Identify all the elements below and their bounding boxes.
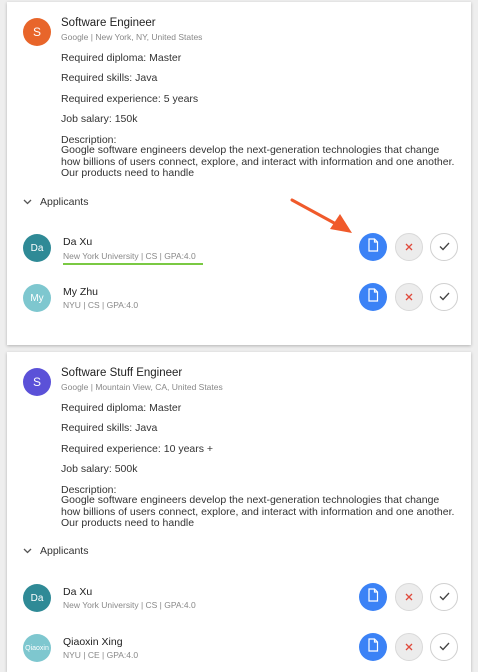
job-title: Software Engineer — [61, 17, 156, 29]
reject-button[interactable] — [395, 233, 423, 261]
accept-button[interactable] — [430, 583, 458, 611]
avatar: Da — [23, 234, 51, 262]
document-icon — [367, 287, 379, 307]
applicants-toggle[interactable]: Applicants — [23, 545, 88, 557]
applicants-label: Applicants — [40, 545, 89, 557]
applicant-name: Da Xu — [63, 236, 93, 248]
close-icon — [404, 590, 414, 605]
required-diploma: Required diploma: Master — [61, 402, 182, 414]
job-salary: Job salary: 500k — [61, 463, 138, 475]
applicant-details: New York University | CS | GPA:4.0 — [63, 251, 196, 261]
chevron-down-icon — [23, 546, 33, 556]
reject-button[interactable] — [395, 583, 423, 611]
required-experience: Required experience: 10 years + — [61, 443, 214, 455]
job-title: Software Stuff Engineer — [61, 367, 183, 379]
check-icon — [439, 590, 450, 604]
required-skills: Required skills: Java — [61, 422, 158, 434]
reject-button[interactable] — [395, 283, 423, 311]
required-experience: Required experience: 5 years — [61, 93, 199, 105]
view-resume-button[interactable] — [359, 233, 387, 261]
job-company-location: Google | New York, NY, United States — [61, 32, 203, 42]
avatar: Qiaoxin — [23, 634, 51, 662]
document-icon — [367, 237, 379, 257]
applicant-name: Da Xu — [63, 586, 93, 598]
close-icon — [404, 240, 414, 255]
document-icon — [367, 637, 379, 657]
job-description: Google software engineers develop the ne… — [61, 144, 455, 179]
reject-button[interactable] — [395, 633, 423, 661]
applicant-details: NYU | CE | GPA:4.0 — [63, 650, 139, 660]
accept-button[interactable] — [430, 633, 458, 661]
applicant-name: My Zhu — [63, 286, 99, 298]
view-resume-button[interactable] — [359, 633, 387, 661]
applicant-name: Qiaoxin Xing — [63, 636, 123, 648]
required-skills: Required skills: Java — [61, 72, 158, 84]
job-avatar: S — [23, 368, 51, 396]
avatar: Da — [23, 584, 51, 612]
accept-button[interactable] — [430, 283, 458, 311]
check-icon — [439, 290, 450, 304]
job-company-location: Google | Mountain View, CA, United State… — [61, 382, 223, 392]
highlight-underline — [63, 263, 203, 265]
chevron-down-icon — [23, 197, 33, 207]
view-resume-button[interactable] — [359, 583, 387, 611]
job-avatar: S — [23, 18, 51, 46]
applicant-details: New York University | CS | GPA:4.0 — [63, 600, 196, 610]
avatar: My — [23, 284, 51, 312]
document-icon — [367, 587, 379, 607]
job-card: S Software Stuff Engineer Google | Mount… — [7, 352, 471, 672]
check-icon — [439, 240, 450, 254]
job-description: Google software engineers develop the ne… — [61, 494, 455, 529]
job-salary: Job salary: 150k — [61, 113, 138, 125]
applicants-label: Applicants — [40, 196, 89, 208]
applicant-details: NYU | CS | GPA:4.0 — [63, 300, 139, 310]
accept-button[interactable] — [430, 233, 458, 261]
close-icon — [404, 290, 414, 305]
check-icon — [439, 640, 450, 654]
required-diploma: Required diploma: Master — [61, 52, 182, 64]
view-resume-button[interactable] — [359, 283, 387, 311]
applicants-toggle[interactable]: Applicants — [23, 196, 88, 208]
close-icon — [404, 640, 414, 655]
job-card: S Software Engineer Google | New York, N… — [7, 2, 471, 345]
